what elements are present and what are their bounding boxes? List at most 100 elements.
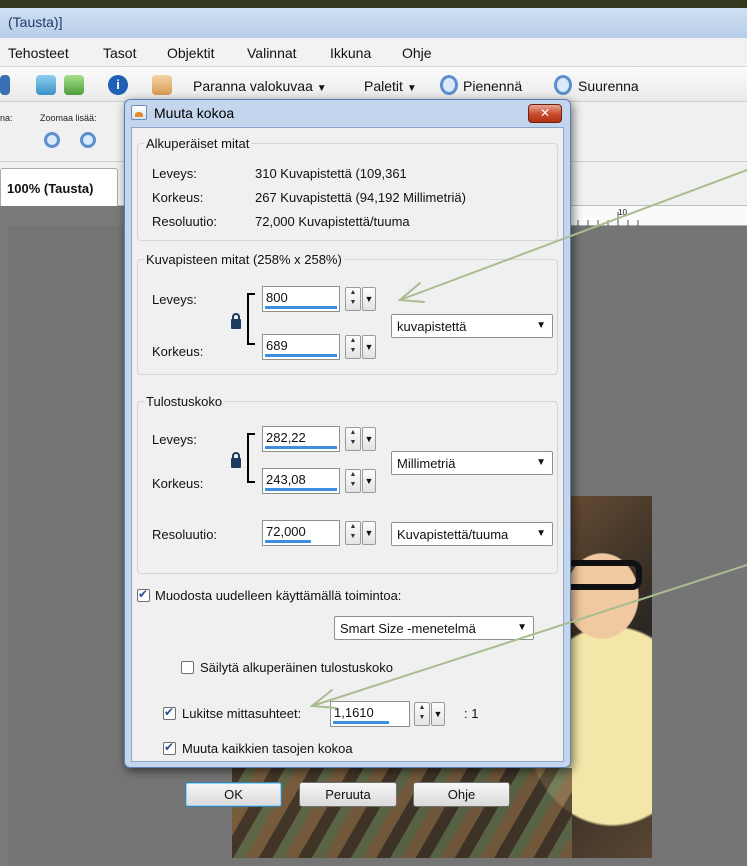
- tool-icon[interactable]: [0, 75, 10, 95]
- photo-glasses-detail: [562, 560, 642, 590]
- enhance-photo-icon: [152, 75, 172, 95]
- print-resolution-dropdown[interactable]: ▼: [362, 521, 376, 545]
- document-tab[interactable]: 100% (Tausta): [0, 168, 118, 206]
- cancel-button[interactable]: Peruuta: [299, 782, 397, 807]
- print-size-legend: Tulostuskoko: [146, 394, 223, 409]
- chevron-down-icon: ▼: [536, 320, 546, 331]
- browse-icon[interactable]: [36, 75, 56, 95]
- zoom-more-label: Zoomaa lisää:: [40, 113, 97, 123]
- menu-ikkuna[interactable]: Ikkuna: [330, 45, 371, 61]
- print-resolution-spinner[interactable]: ▲ ▼: [345, 521, 361, 545]
- pixel-width-dropdown[interactable]: ▼: [362, 287, 376, 311]
- ok-button[interactable]: OK: [185, 782, 282, 807]
- keep-print-size-label[interactable]: Säilytä alkuperäinen tulostuskoko: [200, 660, 393, 675]
- dialog-title: Muuta kokoa: [154, 105, 235, 121]
- chevron-down-icon: ▼: [536, 457, 546, 468]
- pixel-height-dropdown[interactable]: ▼: [362, 335, 376, 359]
- zoom-in-icon: [554, 75, 572, 95]
- ruler-ticks: [577, 212, 639, 226]
- lock-ratio-value: 1,1610: [334, 705, 374, 720]
- enhance-photo-button[interactable]: Paranna valokuvaa ▼: [193, 78, 327, 94]
- print-height-progress: [265, 488, 337, 491]
- pixel-unit-select[interactable]: kuvapistettä ▼: [391, 314, 553, 338]
- pixel-dimensions-legend: Kuvapisteen mitat (258% x 258%): [146, 252, 342, 267]
- print-resolution-label: Resoluutio:: [152, 527, 218, 542]
- print-unit-value: Millimetriä: [397, 456, 456, 471]
- lock-ratio-dropdown[interactable]: ▼: [431, 702, 445, 726]
- lock-ratio-label[interactable]: Lukitse mittasuhteet:: [182, 706, 301, 721]
- resample-label[interactable]: Muodosta uudelleen käyttämällä toimintoa…: [155, 588, 401, 603]
- resample-checkbox[interactable]: [137, 587, 150, 602]
- pixel-height-input[interactable]: 689: [262, 334, 340, 360]
- close-button[interactable]: ✕: [528, 104, 562, 123]
- pixel-height-label: Korkeus:: [152, 344, 204, 359]
- print-bracket: [247, 433, 255, 483]
- pixel-width-value: 800: [266, 290, 288, 305]
- resize-all-layers-label[interactable]: Muuta kaikkien tasojen kokoa: [182, 741, 353, 756]
- horizontal-ruler: 10: [570, 206, 747, 226]
- pixel-bracket: [247, 293, 255, 345]
- lock-ratio-input[interactable]: 1,1610: [330, 701, 410, 727]
- zoom-in-button[interactable]: Suurenna: [578, 78, 639, 94]
- print-height-dropdown[interactable]: ▼: [362, 469, 376, 493]
- print-width-label: Leveys:: [152, 432, 197, 447]
- original-width-label: Leveys:: [152, 166, 197, 181]
- original-height-label: Korkeus:: [152, 190, 204, 205]
- original-height-value: 267 Kuvapistettä (94,192 Millimetriä): [255, 190, 466, 205]
- print-resolution-progress: [265, 540, 311, 543]
- pixel-width-input[interactable]: 800: [262, 286, 340, 312]
- lock-ratio-checkbox[interactable]: [163, 705, 176, 720]
- print-height-label: Korkeus:: [152, 476, 204, 491]
- menu-tehosteet[interactable]: Tehosteet: [8, 45, 69, 61]
- print-width-progress: [265, 446, 337, 449]
- photo-background-texture: [232, 768, 572, 858]
- resize-dialog: Muuta kokoa ✕ Alkuperäiset mitat Leveys:…: [124, 99, 571, 807]
- chevron-down-icon: ▼: [536, 528, 546, 539]
- print-unit-select[interactable]: Millimetriä ▼: [391, 451, 553, 475]
- print-height-value: 243,08: [266, 472, 306, 487]
- dialog-body: Alkuperäiset mitat Leveys: 310 Kuvapiste…: [131, 127, 564, 762]
- original-width-value: 310 Kuvapistettä (109,361: [255, 166, 407, 181]
- resample-method-select[interactable]: Smart Size -menetelmä ▼: [334, 616, 534, 640]
- print-width-input[interactable]: 282,22: [262, 426, 340, 452]
- info-icon[interactable]: i: [108, 75, 128, 95]
- keep-print-size-checkbox[interactable]: [181, 661, 194, 674]
- original-resolution-label: Resoluutio:: [152, 214, 218, 229]
- dialog-app-icon: [131, 105, 147, 120]
- print-width-spinner[interactable]: ▲ ▼: [345, 427, 361, 451]
- zoom-out-icon: [440, 75, 458, 95]
- menu-valinnat[interactable]: Valinnat: [247, 45, 297, 61]
- print-height-spinner[interactable]: ▲ ▼: [345, 469, 361, 493]
- print-height-input[interactable]: 243,08: [262, 468, 340, 494]
- zoom-in-small-icon[interactable]: [80, 132, 96, 148]
- main-toolbar: i Paranna valokuvaa ▼ Paletit ▼ Pienennä…: [0, 67, 747, 102]
- close-icon: ✕: [539, 106, 551, 120]
- print-width-value: 282,22: [266, 430, 306, 445]
- resize-all-layers-checkbox[interactable]: [163, 740, 176, 755]
- resolution-unit-select[interactable]: Kuvapistettä/tuuma ▼: [391, 522, 553, 546]
- chevron-down-icon: ▼: [517, 622, 527, 633]
- lock-ratio-spinner[interactable]: ▲ ▼: [414, 702, 430, 726]
- app-title-bar: (Tausta)]: [0, 8, 747, 38]
- print-resolution-value: 72,000: [266, 524, 306, 539]
- help-button[interactable]: Ohje: [413, 782, 510, 807]
- print-resolution-input[interactable]: 72,000: [262, 520, 340, 546]
- original-resolution-value: 72,000 Kuvapistettä/tuuma: [255, 214, 410, 229]
- dialog-title-bar[interactable]: Muuta kokoa ✕: [125, 100, 570, 126]
- pixel-unit-value: kuvapistettä: [397, 319, 467, 334]
- menu-ohje[interactable]: Ohje: [402, 45, 432, 61]
- lock-ratio-progress: [333, 721, 389, 724]
- pixel-height-spinner[interactable]: ▲ ▼: [345, 335, 361, 359]
- menu-objektit[interactable]: Objektit: [167, 45, 214, 61]
- palettes-button[interactable]: Paletit ▼: [364, 78, 417, 94]
- print-width-dropdown[interactable]: ▼: [362, 427, 376, 451]
- organizer-icon[interactable]: [64, 75, 84, 95]
- pixel-width-spinner[interactable]: ▲ ▼: [345, 287, 361, 311]
- zoom-out-small-icon[interactable]: [44, 132, 60, 148]
- print-lock-icon: [231, 452, 241, 468]
- pixel-lock-icon: [231, 313, 241, 329]
- zoom-out-button[interactable]: Pienennä: [463, 78, 522, 94]
- pixel-width-label: Leveys:: [152, 292, 197, 307]
- app-title: (Tausta)]: [8, 14, 63, 30]
- menu-tasot[interactable]: Tasot: [103, 45, 136, 61]
